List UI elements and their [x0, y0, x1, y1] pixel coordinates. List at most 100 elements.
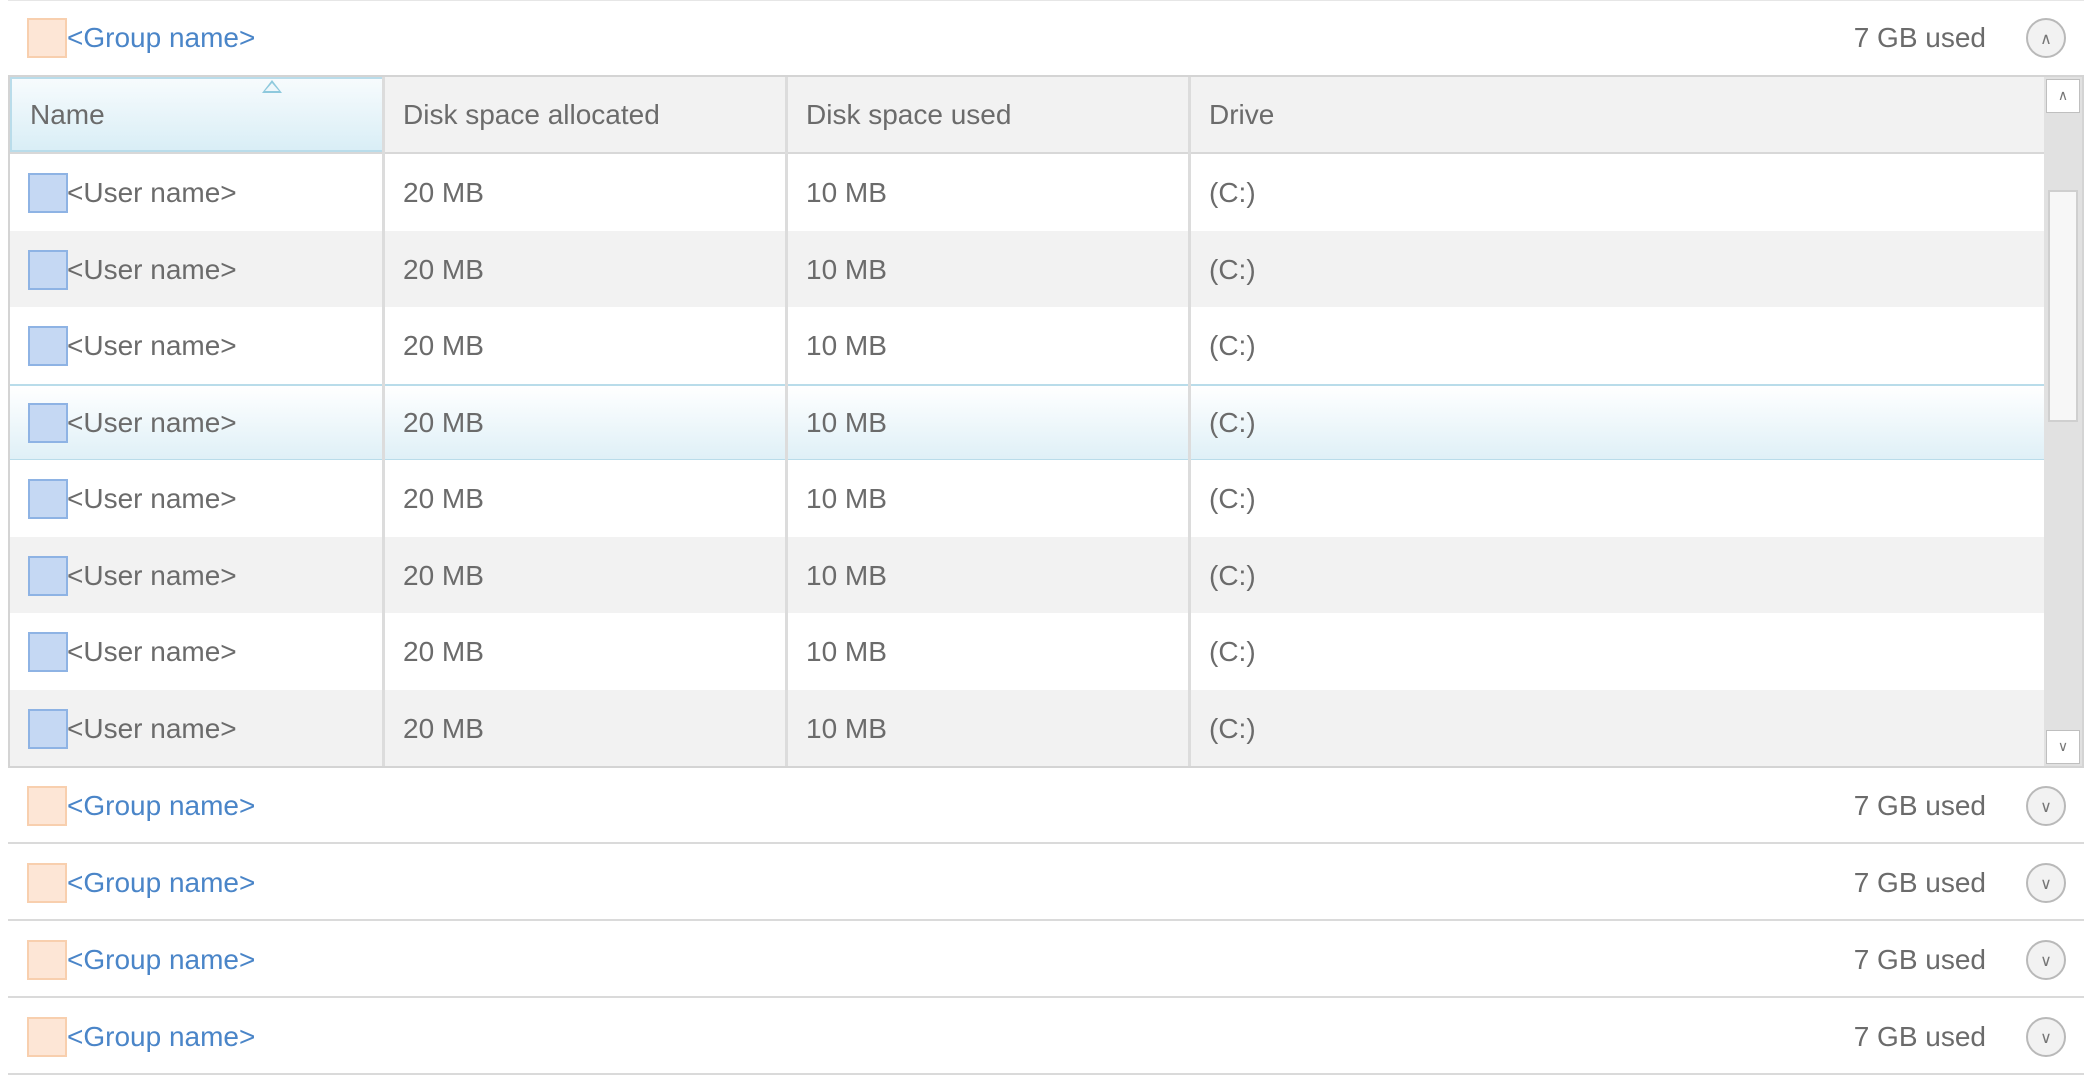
users-table: Name Disk space allocated Disk space use… — [8, 75, 2084, 768]
cell-disk-allocated: 20 MB — [403, 482, 484, 514]
cell-drive: (C:) — [1209, 482, 1256, 514]
scroll-up-button[interactable]: ∧ — [2046, 79, 2080, 113]
group-icon — [27, 1017, 67, 1057]
user-name: <User name> — [67, 482, 237, 514]
group-divider — [8, 919, 2084, 921]
user-name: <User name> — [67, 253, 237, 285]
cell-disk-allocated: 20 MB — [403, 253, 484, 285]
user-icon — [28, 172, 68, 213]
vertical-scrollbar[interactable]: ∧ ∨ — [2044, 77, 2082, 766]
user-name: <User name> — [67, 712, 237, 744]
column-header-disk-used[interactable]: Disk space used — [788, 77, 1191, 152]
cell-disk-allocated: 20 MB — [403, 712, 484, 744]
user-icon — [28, 402, 68, 443]
expand-icon[interactable]: ∨ — [2026, 1017, 2066, 1057]
table-row[interactable]: <User name> 20 MB 10 MB (C:) — [10, 231, 2046, 308]
group-divider — [8, 842, 2084, 844]
table-row[interactable]: <User name> 20 MB 10 MB (C:) — [10, 460, 2046, 537]
group-used-label: 7 GB used — [1853, 790, 1986, 821]
cell-name: <User name> — [10, 460, 385, 537]
column-divider — [1188, 77, 1191, 766]
expand-icon[interactable]: ∨ — [2026, 786, 2066, 826]
user-icon — [28, 478, 68, 519]
group-icon — [27, 863, 67, 903]
group-icon — [27, 18, 67, 58]
group-used-label: 7 GB used — [1853, 944, 1986, 975]
cell-name: <User name> — [10, 307, 385, 384]
scroll-thumb[interactable] — [2048, 190, 2078, 422]
group-icon — [27, 940, 67, 980]
column-divider — [785, 77, 788, 766]
group-name-link[interactable]: <Group name> — [67, 22, 255, 54]
column-header-disk-allocated[interactable]: Disk space allocated — [385, 77, 788, 152]
table-header: Name Disk space allocated Disk space use… — [10, 77, 2046, 154]
cell-drive: (C:) — [1209, 406, 1256, 438]
group-used-label: 7 GB used — [1853, 22, 1986, 53]
column-header-label: Disk space used — [806, 98, 1012, 130]
group-header[interactable]: <Group name> 7 GB used ∨ — [8, 845, 2084, 921]
cell-disk-allocated: 20 MB — [403, 559, 484, 591]
column-header-label: Drive — [1209, 98, 1275, 130]
user-icon — [28, 708, 68, 749]
user-icon — [28, 555, 68, 596]
user-name: <User name> — [67, 635, 237, 667]
table-row[interactable]: <User name> 20 MB 10 MB (C:) — [10, 154, 2046, 231]
group-header[interactable]: <Group name> 7 GB used ∨ — [8, 999, 2084, 1075]
expand-icon[interactable]: ∨ — [2026, 940, 2066, 980]
cell-disk-allocated: 20 MB — [403, 176, 484, 208]
cell-name: <User name> — [10, 537, 385, 614]
cell-disk-used: 10 MB — [806, 253, 887, 285]
cell-disk-used: 10 MB — [806, 329, 887, 361]
column-divider — [382, 77, 385, 766]
group-icon — [27, 786, 67, 826]
sort-ascending-icon — [262, 80, 282, 93]
table-row[interactable]: <User name> 20 MB 10 MB (C:) — [10, 690, 2046, 766]
cell-disk-used: 10 MB — [806, 176, 887, 208]
cell-drive: (C:) — [1209, 559, 1256, 591]
table-row[interactable]: <User name> 20 MB 10 MB (C:) — [10, 537, 2046, 614]
group-header[interactable]: <Group name> 7 GB used ∧ — [8, 0, 2084, 76]
group-used-label: 7 GB used — [1853, 867, 1986, 898]
group-divider — [8, 1073, 2084, 1075]
column-header-name[interactable]: Name — [10, 77, 385, 152]
user-name: <User name> — [67, 406, 237, 438]
group-name-link[interactable]: <Group name> — [67, 1021, 255, 1053]
expand-icon[interactable]: ∨ — [2026, 863, 2066, 903]
cell-name: <User name> — [10, 613, 385, 690]
group-header[interactable]: <Group name> 7 GB used ∨ — [8, 922, 2084, 998]
cell-name: <User name> — [10, 231, 385, 308]
cell-disk-used: 10 MB — [806, 406, 887, 438]
column-header-label: Disk space allocated — [403, 98, 660, 130]
cell-disk-used: 10 MB — [806, 559, 887, 591]
cell-disk-allocated: 20 MB — [403, 635, 484, 667]
cell-drive: (C:) — [1209, 176, 1256, 208]
cell-disk-allocated: 20 MB — [403, 406, 484, 438]
cell-disk-allocated: 20 MB — [403, 329, 484, 361]
scroll-down-button[interactable]: ∨ — [2046, 730, 2080, 764]
group-used-label: 7 GB used — [1853, 1021, 1986, 1052]
cell-name: <User name> — [10, 154, 385, 231]
cell-drive: (C:) — [1209, 253, 1256, 285]
cell-disk-used: 10 MB — [806, 482, 887, 514]
group-name-link[interactable]: <Group name> — [67, 944, 255, 976]
group-name-link[interactable]: <Group name> — [67, 867, 255, 899]
group-header[interactable]: <Group name> 7 GB used ∨ — [8, 768, 2084, 844]
cell-drive: (C:) — [1209, 329, 1256, 361]
user-name: <User name> — [67, 559, 237, 591]
user-icon — [28, 325, 68, 366]
user-name: <User name> — [67, 329, 237, 361]
column-header-drive[interactable]: Drive — [1191, 77, 2046, 152]
cell-disk-used: 10 MB — [806, 635, 887, 667]
cell-drive: (C:) — [1209, 635, 1256, 667]
user-name: <User name> — [67, 176, 237, 208]
cell-disk-used: 10 MB — [806, 712, 887, 744]
cell-name: <User name> — [10, 386, 385, 459]
table-row-selected[interactable]: <User name> 20 MB 10 MB (C:) — [10, 384, 2046, 461]
user-icon — [28, 249, 68, 290]
table-row[interactable]: <User name> 20 MB 10 MB (C:) — [10, 307, 2046, 384]
group-name-link[interactable]: <Group name> — [67, 790, 255, 822]
group-divider — [8, 996, 2084, 998]
table-row[interactable]: <User name> 20 MB 10 MB (C:) — [10, 613, 2046, 690]
column-header-label: Name — [30, 98, 105, 130]
collapse-icon[interactable]: ∧ — [2026, 18, 2066, 58]
